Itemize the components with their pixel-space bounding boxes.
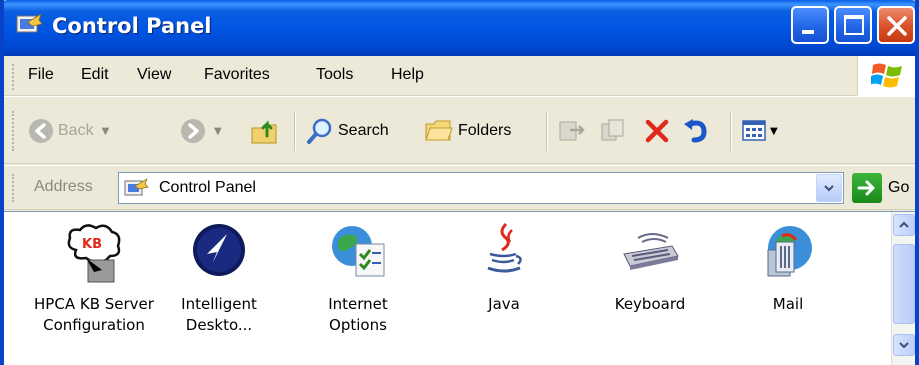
control-panel-small-icon [124, 178, 149, 196]
toolbar-separator [294, 111, 296, 151]
search-icon [307, 118, 332, 144]
go-arrow-icon [852, 173, 882, 203]
intelligent-desktop-icon [193, 224, 245, 276]
menu-grip[interactable] [12, 64, 15, 90]
control-panel-item[interactable]: Internet Options [298, 220, 418, 336]
undo-button[interactable] [682, 113, 710, 149]
views-button[interactable]: ▼ [742, 113, 778, 149]
copy-to-button[interactable] [600, 113, 628, 149]
control-panel-item[interactable]: KB HPCA KB Server Configuration [34, 220, 154, 336]
maximize-icon [844, 15, 864, 35]
windows-logo [857, 56, 915, 96]
maximize-button[interactable] [834, 6, 872, 44]
toolbar-separator [546, 111, 548, 151]
standard-toolbar: Back ▼ ▼ Search Folders ▼ [4, 96, 915, 164]
svg-text:KB: KB [82, 237, 102, 252]
back-button[interactable]: Back ▼ [28, 113, 109, 149]
menu-file[interactable]: File [28, 66, 54, 84]
vertical-scrollbar[interactable] [891, 212, 915, 365]
move-to-button[interactable] [558, 113, 586, 149]
menu-help[interactable]: Help [391, 66, 424, 84]
folders-icon [425, 120, 453, 141]
mail-icon [767, 226, 812, 277]
menu-favorites[interactable]: Favorites [204, 66, 270, 84]
move-to-icon [559, 121, 585, 141]
item-label: Keyboard [614, 295, 686, 313]
back-label: Back [58, 122, 94, 139]
close-icon [887, 16, 907, 36]
back-arrow-icon [29, 119, 53, 143]
search-button[interactable]: Search [306, 113, 389, 149]
chevron-down-icon [824, 185, 834, 192]
menu-bar: File Edit View Favorites Tools Help [4, 56, 915, 96]
control-panel-item[interactable]: Keyboard [590, 220, 710, 315]
item-label: Java [488, 295, 520, 313]
copy-to-icon [601, 119, 624, 141]
toolbar-grip[interactable] [12, 111, 15, 151]
control-panel-window: Control Panel File Edit View Favorites T… [0, 0, 919, 365]
windows-flag-icon [871, 63, 902, 88]
menu-edit[interactable]: Edit [81, 66, 109, 84]
views-dropdown-icon[interactable]: ▼ [770, 126, 778, 137]
address-grip[interactable] [12, 174, 15, 202]
undo-icon [684, 119, 707, 143]
item-label: Mail [772, 295, 804, 313]
menu-tools[interactable]: Tools [316, 66, 353, 84]
address-bar: Address Control Panel Go [4, 165, 915, 210]
forward-dropdown-icon[interactable]: ▼ [214, 126, 222, 137]
scroll-thumb[interactable] [893, 244, 915, 324]
scroll-up-button[interactable] [893, 214, 915, 236]
item-label: HPCA KB Server Configuration [34, 295, 154, 334]
search-label: Search [338, 122, 389, 139]
up-folder-button[interactable] [250, 113, 282, 149]
title-bar[interactable]: Control Panel [4, 0, 915, 56]
delete-icon [645, 119, 669, 143]
content-pane: KB HPCA KB Server Configuration Intellig… [4, 211, 915, 365]
folders-button[interactable]: Folders [424, 113, 511, 149]
address-field[interactable]: Control Panel [118, 172, 844, 204]
minimize-icon [802, 30, 814, 34]
back-dropdown-icon[interactable]: ▼ [102, 126, 110, 137]
views-icon [742, 120, 766, 141]
java-icon [487, 222, 522, 273]
hpca-kb-icon: KB [67, 224, 121, 283]
chevron-up-icon [899, 221, 909, 228]
address-dropdown-button[interactable] [816, 174, 842, 202]
forward-button[interactable]: ▼ [180, 113, 222, 149]
go-label: Go [888, 179, 910, 196]
up-folder-icon [251, 120, 277, 144]
control-panel-item[interactable]: Mail [728, 220, 848, 315]
go-button[interactable]: Go [852, 172, 909, 204]
address-label: Address [34, 178, 93, 195]
keyboard-icon [623, 233, 679, 270]
scroll-down-button[interactable] [893, 334, 915, 356]
close-button[interactable] [877, 6, 915, 44]
folders-label: Folders [458, 122, 512, 139]
item-label: Internet Options [328, 295, 388, 334]
minimize-button[interactable] [791, 6, 829, 44]
control-panel-item[interactable]: Java [444, 220, 564, 315]
chevron-down-icon [899, 342, 909, 349]
address-value: Control Panel [159, 179, 256, 196]
toolbar-separator [730, 111, 732, 151]
internet-options-icon [332, 226, 385, 277]
control-panel-item[interactable]: Intelligent Deskto... [159, 220, 279, 336]
item-label: Intelligent Deskto... [181, 295, 257, 334]
control-panel-icon [16, 13, 43, 33]
menu-view[interactable]: View [137, 66, 171, 84]
delete-button[interactable] [644, 113, 670, 149]
window-title: Control Panel [52, 14, 212, 38]
forward-arrow-icon [181, 119, 205, 143]
